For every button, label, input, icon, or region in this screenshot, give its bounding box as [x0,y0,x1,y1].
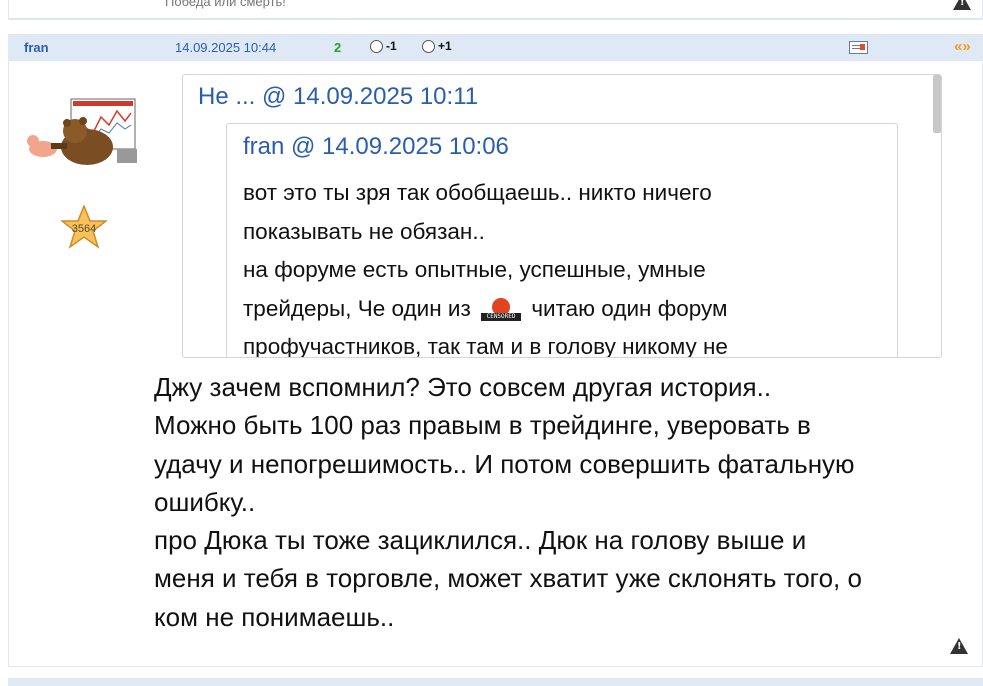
post-header: fran 14.09.2025 10:44 2 -1 +1 «» [9,35,982,61]
post-score: 2 [334,40,342,55]
vote-plus-label: +1 [438,39,452,53]
post-body-line: ошибку.. [154,486,256,517]
quote-inner-header[interactable]: fran @ 14.09.2025 10:06 [243,133,509,161]
previous-post: Победа или смерть! [8,0,983,20]
post-body-line: удачу и непогрешимость.. И потом соверши… [154,448,855,479]
previous-post-signature: Победа или смерть! [165,0,286,9]
quote-line: профучастников, так там и в голову ником… [243,334,728,358]
card-icon[interactable] [849,41,868,54]
quote-outer[interactable]: Не ... @ 14.09.2025 10:11 fran @ 14.09.2… [182,74,942,358]
author-link[interactable]: fran [24,40,49,55]
quote-line: на форуме есть опытные, успешные, умные [243,257,706,282]
post-body-line: Можно быть 100 раз правым в трейдинге, у… [154,410,811,441]
quote-line: трейдеры, Че один из CENSORED читаю один… [243,290,883,329]
quote-scrollbar[interactable] [933,75,941,133]
quote-line-part: читаю один форум [531,295,728,321]
quote-inner-body: вот это ты зря так обобщаешь.. никто нич… [243,174,883,358]
vote-minus-label: -1 [386,39,397,53]
vote-plus-radio[interactable] [422,39,435,53]
post-body-line: про Дюка ты тоже зациклился.. Дюк на гол… [154,525,807,556]
vote-minus-radio[interactable] [370,39,383,53]
star-icon: 3564 [61,205,107,249]
post-body-line: меня и тебя в торговле, может хватит уже… [154,563,862,594]
vote-minus[interactable]: -1 [370,39,397,53]
post-body-line: Джу зачем вспомнил? Это совсем другая ис… [154,372,772,402]
report-warning-icon[interactable] [953,0,971,10]
quote-outer-header[interactable]: Не ... @ 14.09.2025 10:11 [198,83,478,111]
quote-inner: fran @ 14.09.2025 10:06 вот это ты зря т… [226,123,898,358]
quote-line: показывать не обязан.. [243,218,485,244]
report-warning-icon[interactable] [950,638,968,654]
censored-label: CENSORED [481,312,522,321]
quote-line-part: трейдеры, Че один из [243,295,471,321]
censored-smiley-icon: CENSORED [481,297,522,322]
rating-badge: 3564 [72,223,96,235]
quote-reply-icon[interactable]: «» [954,38,971,55]
post-body: Джу зачем вспомнил? Это совсем другая ис… [154,368,969,636]
quote-line: вот это ты зря так обобщаешь.. никто нич… [243,180,712,205]
next-post-header [8,678,983,686]
post-body-line: ком не понимаешь.. [154,601,395,632]
post-date-link[interactable]: 14.09.2025 10:44 [175,40,276,55]
forum-post: fran 14.09.2025 10:44 2 -1 +1 «» 3564 Не… [8,34,983,667]
bear-trader-avatar-icon[interactable] [25,97,141,167]
vote-plus[interactable]: +1 [422,39,452,53]
